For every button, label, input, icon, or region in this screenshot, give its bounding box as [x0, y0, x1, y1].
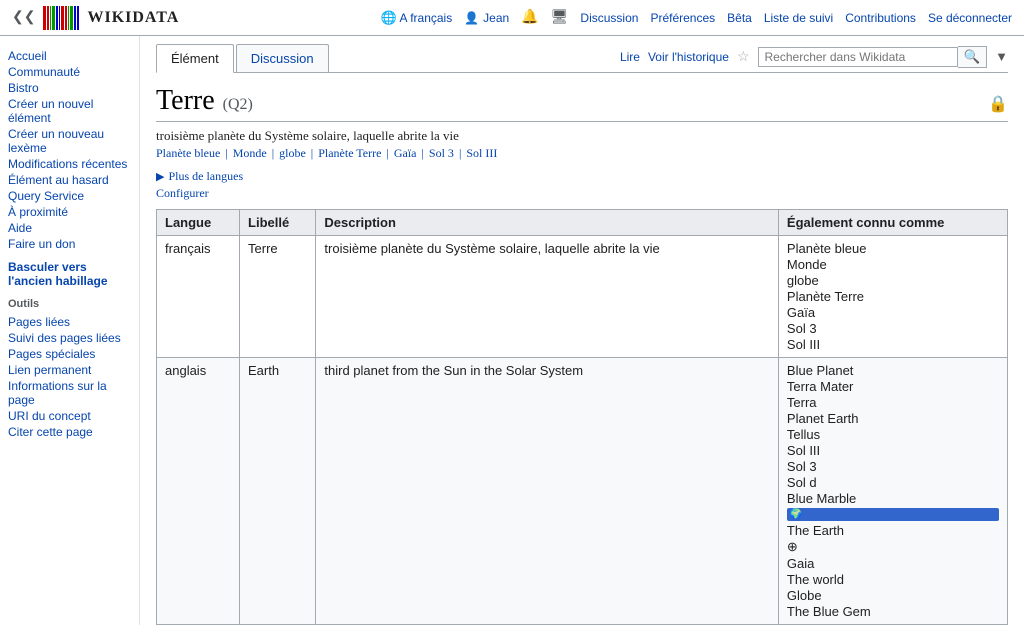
- cell-description-fr: troisième planète du Système solaire, la…: [316, 236, 779, 358]
- sidebar-item-aide[interactable]: Aide: [8, 220, 131, 236]
- alias-planete-bleue[interactable]: Planète bleue: [156, 146, 220, 160]
- page-aliases: Planète bleue | Monde | globe | Planète …: [156, 146, 1008, 161]
- main-content: Élément Discussion Lire Voir l'historiqu…: [140, 36, 1024, 625]
- lang-icon: 🌐: [381, 10, 397, 25]
- sidebar-item-lien-permanent[interactable]: Lien permanent: [8, 362, 131, 378]
- table-row: anglais Earth third planet from the Sun …: [157, 358, 1008, 625]
- lang-selector[interactable]: 🌐 A français: [381, 10, 453, 26]
- header-watchlist-link[interactable]: Liste de suivi: [764, 11, 833, 25]
- search-input[interactable]: [758, 47, 958, 67]
- star-icon[interactable]: ☆: [737, 49, 750, 66]
- alias-sol3[interactable]: Sol 3: [429, 146, 454, 160]
- alias-sol-iii[interactable]: Sol III: [466, 146, 497, 160]
- header-contributions-link[interactable]: Contributions: [845, 11, 916, 25]
- alias-monde[interactable]: Monde: [233, 146, 267, 160]
- cell-label-en: Earth: [240, 358, 316, 625]
- sidebar-item-pages-liees[interactable]: Pages liées: [8, 314, 131, 330]
- tab-discussion[interactable]: Discussion: [236, 44, 329, 72]
- cell-language-fr: français: [157, 236, 240, 358]
- sidebar-item-citer-page[interactable]: Citer cette page: [8, 424, 131, 440]
- back-icon[interactable]: ❮❮: [12, 9, 35, 26]
- alias-globe[interactable]: globe: [279, 146, 306, 160]
- sidebar-item-query[interactable]: Query Service: [8, 188, 131, 204]
- lang-toggle[interactable]: ▶ Plus de langues: [156, 169, 1008, 184]
- cell-also-known-fr: Planète bleue Monde globe Planète Terre …: [778, 236, 1007, 358]
- header-right: 🌐 A français 👤 Jean 🔔 🖥 Discussion Préfé…: [381, 9, 1012, 26]
- sidebar-item-uri-concept[interactable]: URI du concept: [8, 408, 131, 424]
- page-description: troisième planète du Système solaire, la…: [156, 128, 1008, 144]
- table-header-row: Langue Libellé Description Également con…: [157, 210, 1008, 236]
- alias-planete-terre[interactable]: Planète Terre: [318, 146, 381, 160]
- sidebar-toggle-skin[interactable]: Basculer vers l'ancien habillage: [8, 260, 131, 288]
- emoji-badge: 🌍: [787, 508, 999, 521]
- col-libelle: Libellé: [240, 210, 316, 236]
- sidebar-item-create-lexeme[interactable]: Créer un nouveau lexème: [8, 126, 131, 156]
- user-icon: 👤: [464, 11, 479, 25]
- header-logout-link[interactable]: Se déconnecter: [928, 11, 1012, 25]
- lock-icon: 🔒: [988, 94, 1008, 114]
- cell-also-known-en: Blue Planet Terra Mater Terra Planet Ear…: [778, 358, 1007, 625]
- cell-language-en: anglais: [157, 358, 240, 625]
- tab-action-history[interactable]: Voir l'historique: [648, 50, 729, 64]
- language-table: Langue Libellé Description Également con…: [156, 209, 1008, 625]
- sidebar-item-random[interactable]: Élément au hasard: [8, 172, 131, 188]
- cell-description-en: third planet from the Sun in the Solar S…: [316, 358, 779, 625]
- tab-action-read[interactable]: Lire: [620, 50, 640, 64]
- header-left: ❮❮ WIKIDATA: [12, 6, 179, 30]
- sidebar-item-donate[interactable]: Faire un don: [8, 236, 131, 252]
- col-also-known: Également connu comme: [778, 210, 1007, 236]
- dropdown-icon[interactable]: ▼: [995, 49, 1008, 65]
- sidebar-tools-title: Outils: [8, 298, 131, 310]
- sidebar-item-suivi-pages[interactable]: Suivi des pages liées: [8, 330, 131, 346]
- layout: Accueil Communauté Bistro Créer un nouve…: [0, 36, 1024, 625]
- alias-gaia[interactable]: Gaïa: [394, 146, 417, 160]
- site-logo-text: WIKIDATA: [87, 9, 179, 27]
- col-description: Description: [316, 210, 779, 236]
- tabs-bar: Élément Discussion Lire Voir l'historiqu…: [156, 36, 1008, 73]
- search-bar: 🔍: [758, 46, 988, 68]
- header-preferences-link[interactable]: Préférences: [650, 11, 715, 25]
- triangle-icon: ▶: [156, 170, 164, 183]
- col-langue: Langue: [157, 210, 240, 236]
- sidebar-item-info-page[interactable]: Informations sur la page: [8, 378, 131, 408]
- wikidata-barcode-logo: [43, 6, 79, 30]
- page-title-row: Terre (Q2) 🔒: [156, 85, 1008, 122]
- sidebar-item-pages-speciales[interactable]: Pages spéciales: [8, 346, 131, 362]
- header-discussion-link[interactable]: Discussion: [580, 11, 638, 25]
- page-title: Terre: [156, 85, 215, 117]
- sidebar-item-communaute[interactable]: Communauté: [8, 64, 131, 80]
- search-icon: 🔍: [964, 49, 981, 64]
- sidebar: Accueil Communauté Bistro Créer un nouve…: [0, 36, 140, 625]
- configure-link[interactable]: Configurer: [156, 186, 1008, 201]
- search-button[interactable]: 🔍: [958, 46, 988, 68]
- user-menu[interactable]: 👤 Jean: [464, 11, 509, 25]
- sidebar-item-bistro[interactable]: Bistro: [8, 80, 131, 96]
- notifications-icon[interactable]: 🔔: [521, 9, 538, 26]
- sidebar-item-recent[interactable]: Modifications récentes: [8, 156, 131, 172]
- tab-element[interactable]: Élément: [156, 44, 234, 73]
- also-known-en: Blue Planet Terra Mater Terra Planet Ear…: [787, 363, 999, 619]
- sidebar-item-accueil[interactable]: Accueil: [8, 48, 131, 64]
- cell-label-fr: Terre: [240, 236, 316, 358]
- sidebar-item-create-element[interactable]: Créer un nouvel élément: [8, 96, 131, 126]
- also-known-fr: Planète bleue Monde globe Planète Terre …: [787, 241, 999, 352]
- tab-actions: Lire Voir l'historique ☆ 🔍 ▼: [620, 46, 1008, 72]
- sidebar-item-nearby[interactable]: À proximité: [8, 204, 131, 220]
- table-row: français Terre troisième planète du Syst…: [157, 236, 1008, 358]
- monitor-icon[interactable]: 🖥: [551, 9, 569, 26]
- header-beta-link[interactable]: Bêta: [727, 11, 752, 25]
- header: ❮❮ WIKIDATA 🌐 A français: [0, 0, 1024, 36]
- page-id: (Q2): [223, 96, 253, 114]
